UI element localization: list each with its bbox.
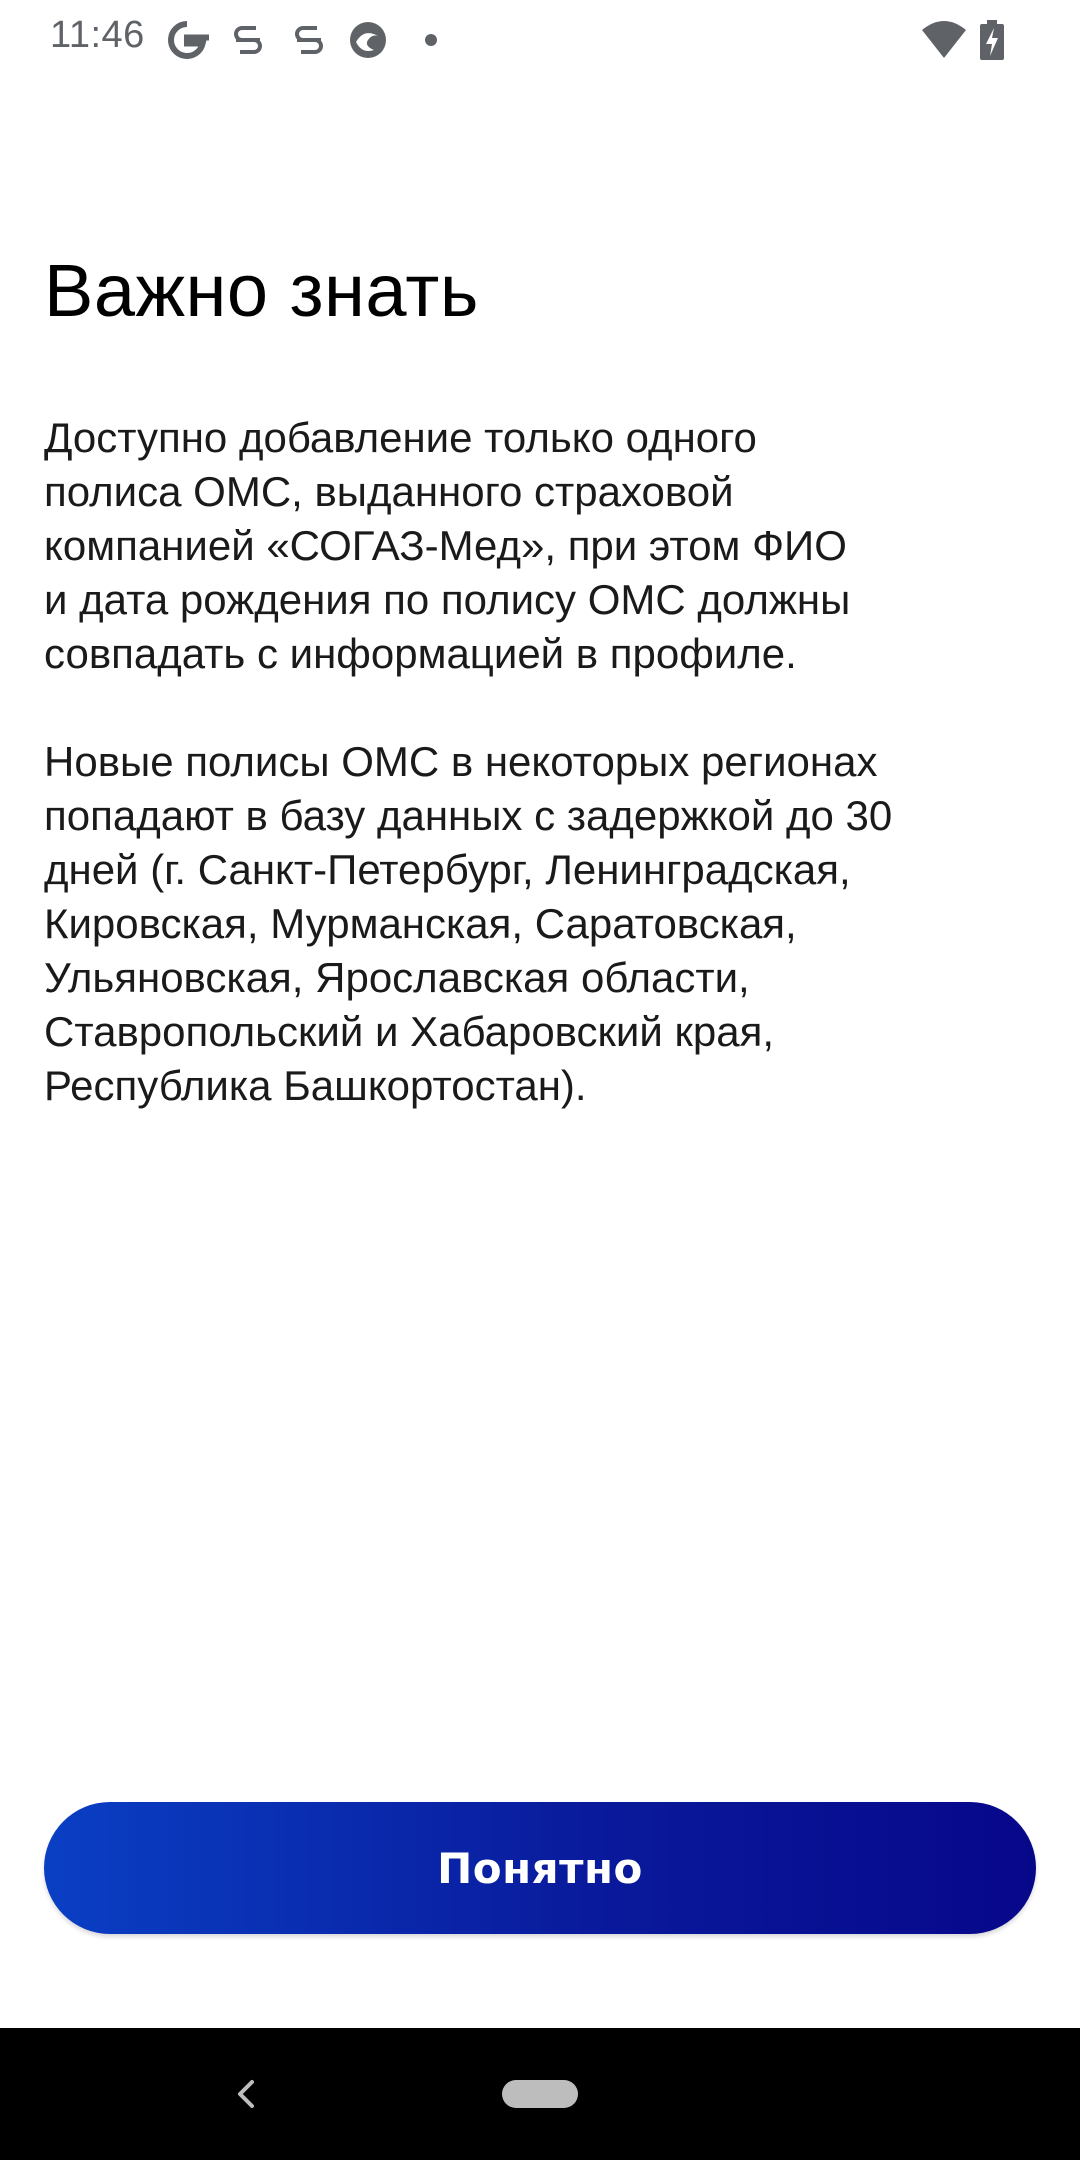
info-paragraph: Доступно добавление только одного полиса… <box>44 414 851 677</box>
system-navigation-bar <box>0 2028 1080 2160</box>
understood-button[interactable]: Понятно <box>44 1802 1036 1934</box>
page-title: Важно знать <box>44 249 479 332</box>
s-app-icon <box>226 18 270 62</box>
wifi-icon <box>920 18 968 62</box>
status-bar: 11:46 <box>0 0 1080 80</box>
back-icon[interactable] <box>222 2070 270 2118</box>
screen: 11:46 Важно знать Доступно добавление то… <box>0 0 1080 2160</box>
status-time: 11:46 <box>50 14 145 56</box>
regions-paragraph: Новые полисы ОМС в некоторых регионах по… <box>44 738 893 1109</box>
s-app-icon <box>287 18 331 62</box>
notification-dot-icon <box>425 34 437 46</box>
edge-icon <box>346 18 390 62</box>
home-pill[interactable] <box>502 2080 578 2108</box>
google-icon <box>165 18 209 62</box>
battery-charging-icon <box>978 18 1006 62</box>
